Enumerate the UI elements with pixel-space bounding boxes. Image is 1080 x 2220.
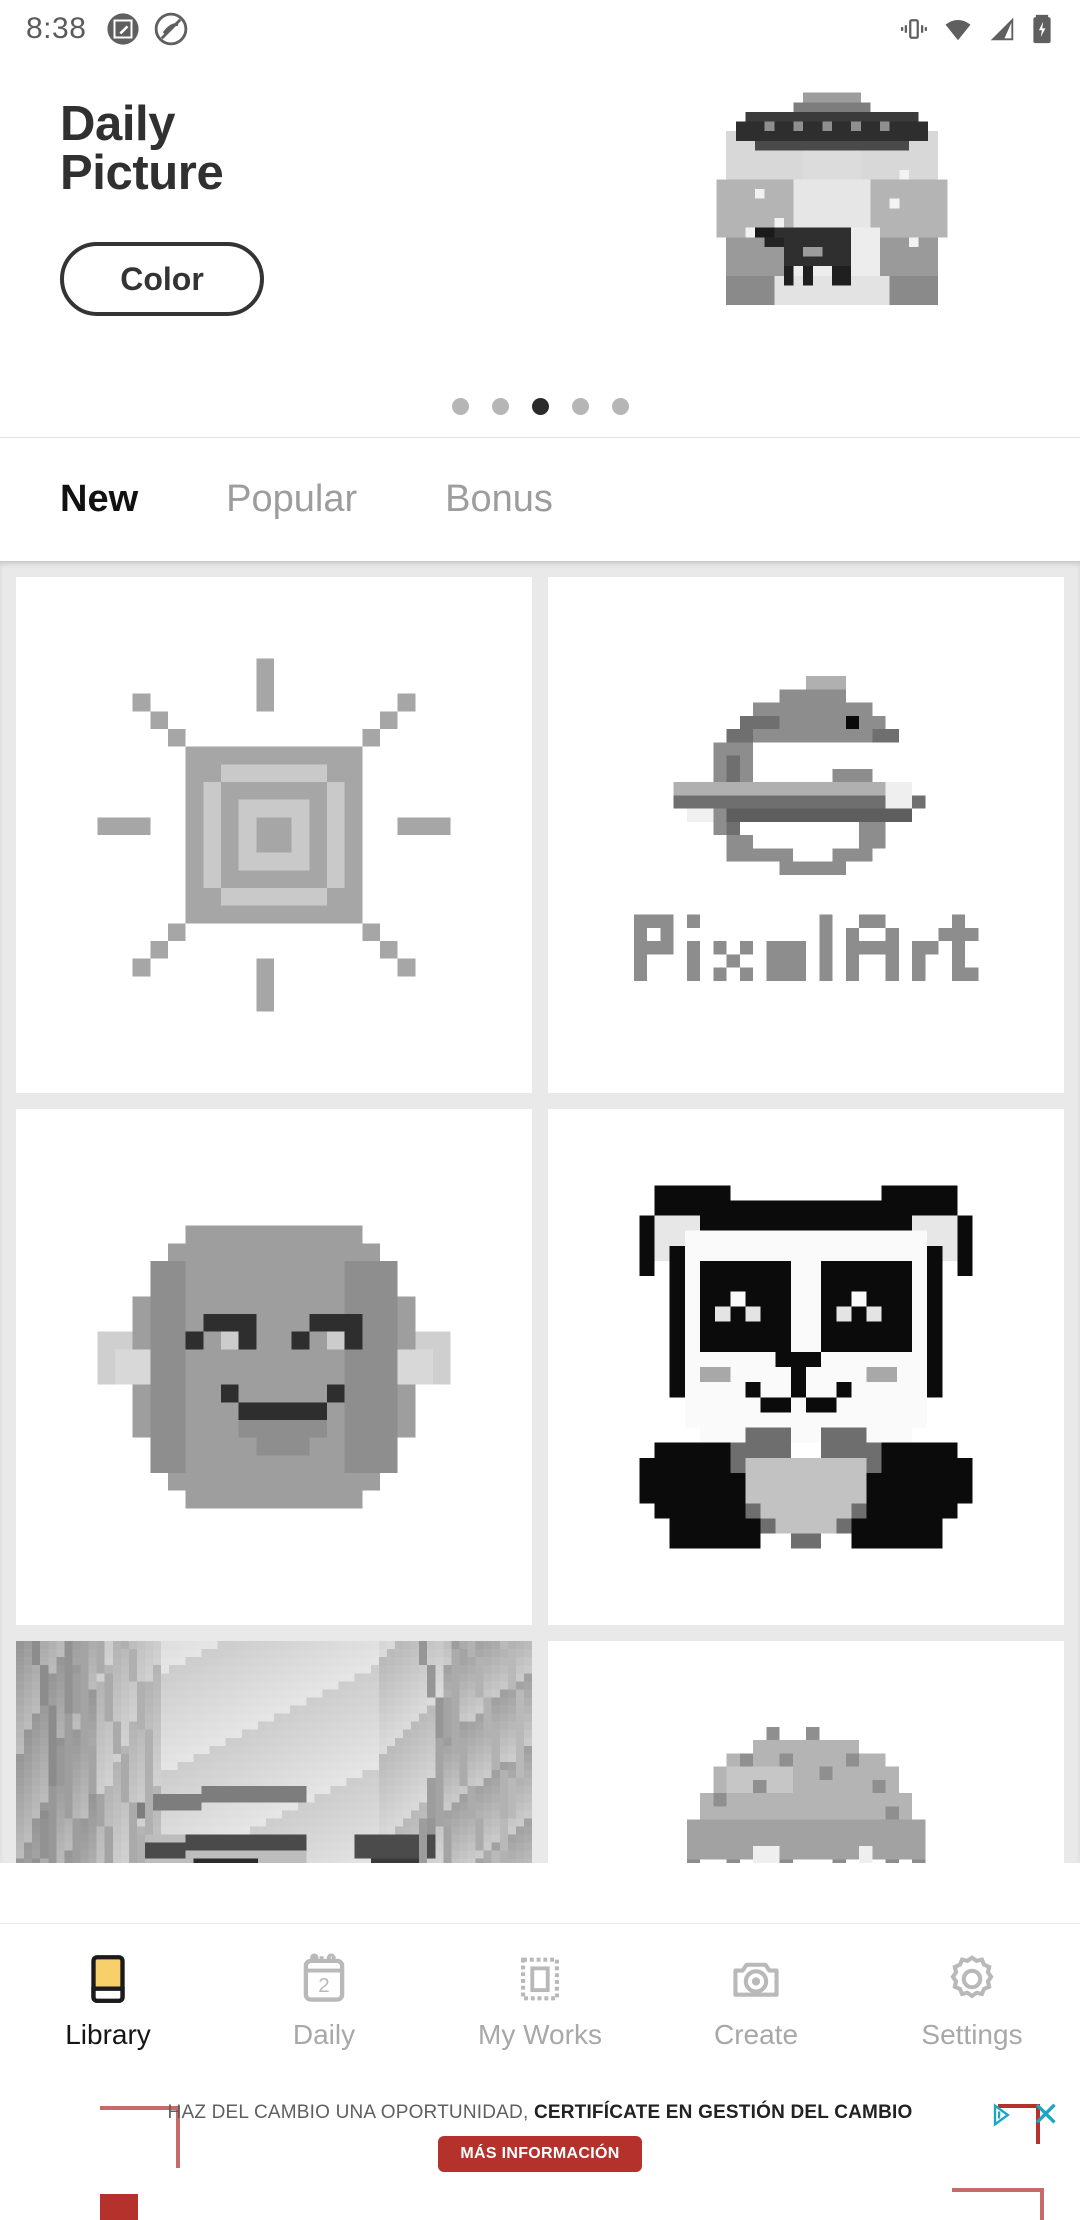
- page-title-line2: Picture: [60, 146, 224, 200]
- daily-picture-header: Daily Picture Color: [0, 58, 1080, 438]
- nav-item-settings[interactable]: Settings: [864, 1950, 1080, 2051]
- cell-signal-icon: [990, 17, 1014, 41]
- nav-item-my-works[interactable]: My Works: [432, 1950, 648, 2051]
- nav-item-create[interactable]: Create: [648, 1950, 864, 2051]
- ad-decoration-line: [1040, 2188, 1044, 2220]
- wifi-icon: [945, 19, 971, 41]
- page-title-line1: Daily: [60, 97, 176, 151]
- nav-item-daily[interactable]: 2 Daily: [216, 1950, 432, 2051]
- artwork-grid-scroll[interactable]: [0, 561, 1080, 1863]
- status-time: 8:38: [26, 12, 87, 45]
- tab-popular[interactable]: Popular: [226, 478, 357, 521]
- artwork-cell-sun[interactable]: [16, 577, 532, 1093]
- carousel-dot[interactable]: [571, 398, 589, 415]
- ad-headline-bold: CERTIFÍCATE EN GESTIÓN DEL CAMBIO: [533, 2102, 913, 2123]
- nav-label-my-works: My Works: [478, 2018, 602, 2050]
- artwork-cell-face[interactable]: [16, 1109, 532, 1625]
- tab-bonus[interactable]: Bonus: [445, 478, 553, 521]
- sun-burst-pixel-art: [62, 623, 486, 1047]
- nav-label-create: Create: [713, 2018, 799, 2050]
- bottom-navigation: Library 2 Daily My Works Create Settings: [0, 1923, 1080, 2076]
- carousel-dot[interactable]: [491, 398, 509, 415]
- ad-headline-regular: HAZ DEL CAMBIO UNA OPORTUNIDAD,: [167, 2102, 534, 2123]
- carousel-dots: [0, 398, 1080, 415]
- carousel-dot[interactable]: [611, 398, 629, 415]
- stamp-icon: [521, 1957, 559, 2000]
- ad-headline: HAZ DEL CAMBIO UNA OPORTUNIDAD, CERTIFÍC…: [168, 2102, 913, 2124]
- woman-portrait-photo: [16, 1641, 532, 1863]
- panda-with-heart-pixel-art: [594, 1155, 1018, 1579]
- category-tabs: New Popular Bonus: [0, 438, 1080, 561]
- color-button[interactable]: Color: [60, 242, 264, 316]
- nav-label-settings: Settings: [921, 2018, 1023, 2050]
- daily-picture-artwork[interactable]: [707, 83, 957, 353]
- calendar-icon: 2: [303, 1953, 345, 2002]
- book-icon: [91, 1954, 125, 2003]
- ad-close-icon[interactable]: ✕: [1032, 2098, 1061, 2132]
- ad-controls: ✕: [988, 2098, 1061, 2132]
- smiling-face-pixel-art: [62, 1155, 486, 1579]
- carousel-dot[interactable]: [451, 398, 469, 415]
- nav-label-daily: Daily: [292, 2018, 356, 2050]
- tab-new[interactable]: New: [60, 478, 138, 521]
- artwork-grid: [0, 561, 1080, 1863]
- ad-banner[interactable]: HAZ DEL CAMBIO UNA OPORTUNIDAD, CERTIFÍC…: [0, 2076, 1080, 2220]
- status-bar: 8:38: [0, 0, 1080, 58]
- page-title: Daily Picture: [60, 100, 264, 198]
- gear-icon: [950, 1954, 994, 1998]
- daily-picture-left: Daily Picture Color: [60, 100, 264, 316]
- calendar-badge-number: 2: [318, 1974, 329, 1997]
- artwork-cell-panda[interactable]: [548, 1109, 1064, 1625]
- ad-cta-button[interactable]: MÁS INFORMACIÓN: [438, 2136, 642, 2172]
- nav-label-library: Library: [65, 2018, 151, 2050]
- camera-icon: [733, 1962, 779, 1997]
- ad-decoration-square: [100, 2194, 138, 2220]
- carousel-dot-active[interactable]: [531, 398, 549, 415]
- artwork-cell-portrait[interactable]: [16, 1641, 532, 1863]
- artwork-cell-dolphin[interactable]: [548, 577, 1064, 1093]
- ad-content: HAZ DEL CAMBIO UNA OPORTUNIDAD, CERTIFÍC…: [0, 2102, 1080, 2172]
- no-camera-icon: [155, 12, 188, 46]
- artwork-cell-cupcake[interactable]: [548, 1641, 1064, 1863]
- nav-item-library[interactable]: Library: [0, 1950, 216, 2051]
- status-notification-icons: [106, 12, 188, 46]
- dolphin-pixel-art: [594, 623, 1018, 1047]
- ad-decoration-line: [952, 2188, 1044, 2192]
- battery-charging-icon: [1033, 14, 1051, 44]
- vibrate-icon: [901, 19, 927, 39]
- ufo-abducting-cow-pixel-art: [707, 83, 957, 353]
- ad-choices-icon[interactable]: [988, 2101, 1016, 2129]
- cupcake-dome-pixel-art: [594, 1687, 1018, 1863]
- status-right-icons: [899, 13, 1054, 45]
- screenshot-edit-icon: [107, 13, 139, 45]
